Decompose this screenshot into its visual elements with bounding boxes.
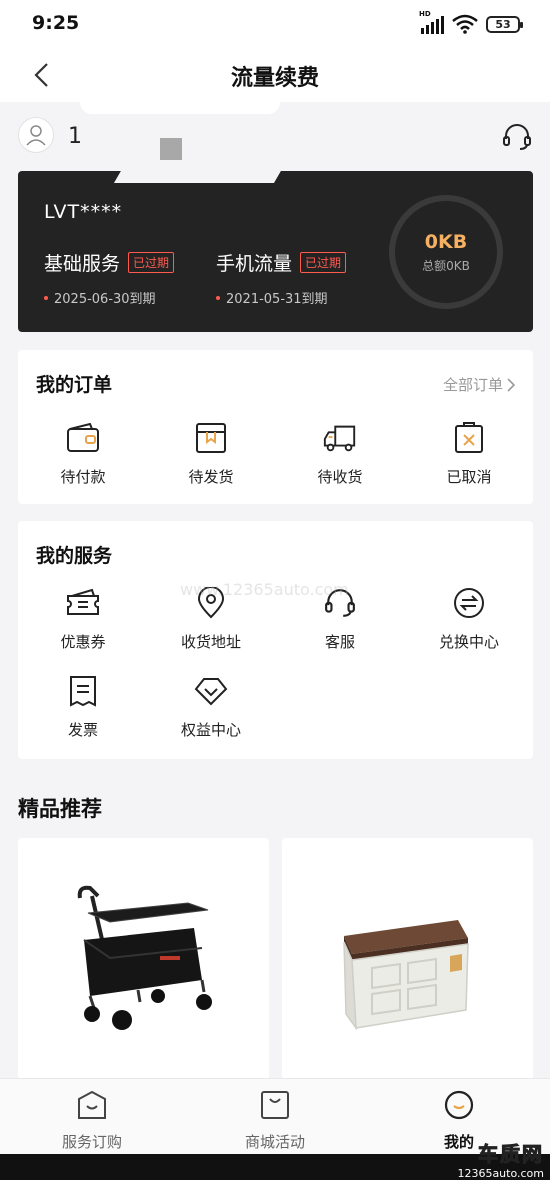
storage-box-image [343, 920, 469, 1031]
order-pending-payment[interactable]: 待付款 [33, 420, 133, 487]
service-exchange[interactable]: 兑换中心 [419, 585, 519, 652]
service-coupon[interactable]: 优惠券 [33, 585, 133, 652]
expired-badge: 已过期 [128, 252, 175, 273]
tab-service-order[interactable]: 服务订购 [32, 1089, 152, 1152]
services-title: 我的服务 [36, 545, 113, 567]
invoice-icon [65, 673, 101, 709]
service-tab-icon [78, 1090, 106, 1119]
decorative-shape [80, 102, 280, 114]
data-remaining: 0KB [424, 230, 468, 253]
service-name: 基础服务 [44, 253, 121, 275]
me-tab-icon [444, 1090, 474, 1120]
truck-icon [322, 420, 358, 456]
wifi-icon [452, 14, 478, 34]
status-time: 9:25 [32, 12, 80, 34]
wallet-icon [65, 420, 101, 456]
status-bar: 9:25 HD 53 [0, 0, 550, 48]
service-invoice[interactable]: 发票 [33, 673, 133, 740]
user-row: 1 [0, 102, 550, 172]
tab-mall-activity[interactable]: 商城活动 [215, 1089, 335, 1152]
orders-title: 我的订单 [36, 374, 113, 396]
package-icon [193, 420, 229, 456]
watermark: www.12365auto.com [180, 580, 349, 599]
vehicle-plate: LVT**** [44, 201, 123, 223]
site-logo: 车质网 12365auto.com [457, 1142, 544, 1180]
customer-service-icon[interactable] [502, 122, 532, 152]
service-benefits[interactable]: 权益中心 [161, 673, 261, 740]
orders-card: 我的订单 全部订单 待付款 待发货 待收货 已取消 [18, 350, 533, 504]
mall-tab-icon [261, 1091, 289, 1119]
coupon-icon [65, 585, 101, 621]
nav-bar: 流量续费 [0, 48, 550, 102]
expired-badge: 已过期 [300, 252, 347, 273]
mobile-data-service: 手机流量 已过期 2021-05-31到期 [216, 249, 347, 307]
benefits-icon [193, 673, 229, 709]
folding-wagon-image [77, 885, 212, 1030]
user-icon [26, 125, 46, 146]
signal-icon: HD [419, 10, 444, 34]
avatar[interactable] [18, 117, 54, 153]
expiry-date: 2025-06-30到期 [54, 292, 156, 307]
data-usage-ring: 0KB 总额0KB [389, 195, 503, 309]
order-cancelled[interactable]: 已取消 [419, 420, 519, 487]
product-card[interactable] [282, 838, 533, 1080]
data-total: 总额0KB [422, 258, 470, 273]
status-icons: HD 53 [419, 10, 523, 34]
recommend-title: 精品推荐 [18, 797, 102, 821]
services-card: 我的服务 优惠券 收货地址 客服 兑换中心 发票 权益中心 [18, 521, 533, 759]
all-orders-link[interactable]: 全部订单 [443, 374, 515, 395]
battery-icon: 53 [486, 15, 523, 33]
expiry-date: 2021-05-31到期 [226, 292, 328, 307]
chevron-right-icon [507, 377, 515, 392]
product-card[interactable] [18, 838, 269, 1080]
order-to-receive[interactable]: 待收货 [290, 420, 390, 487]
exchange-icon [451, 585, 487, 621]
vehicle-card[interactable]: LVT**** 基础服务 已过期 2025-06-30到期 手机流量 已过期 2… [18, 171, 533, 332]
page-title: 流量续费 [230, 66, 319, 91]
user-name: 1 [68, 124, 82, 149]
redacted-block [160, 138, 182, 160]
cancelled-icon [451, 420, 487, 456]
basic-service: 基础服务 已过期 2025-06-30到期 [44, 249, 175, 307]
service-name: 手机流量 [216, 253, 293, 275]
order-to-ship[interactable]: 待发货 [161, 420, 261, 487]
